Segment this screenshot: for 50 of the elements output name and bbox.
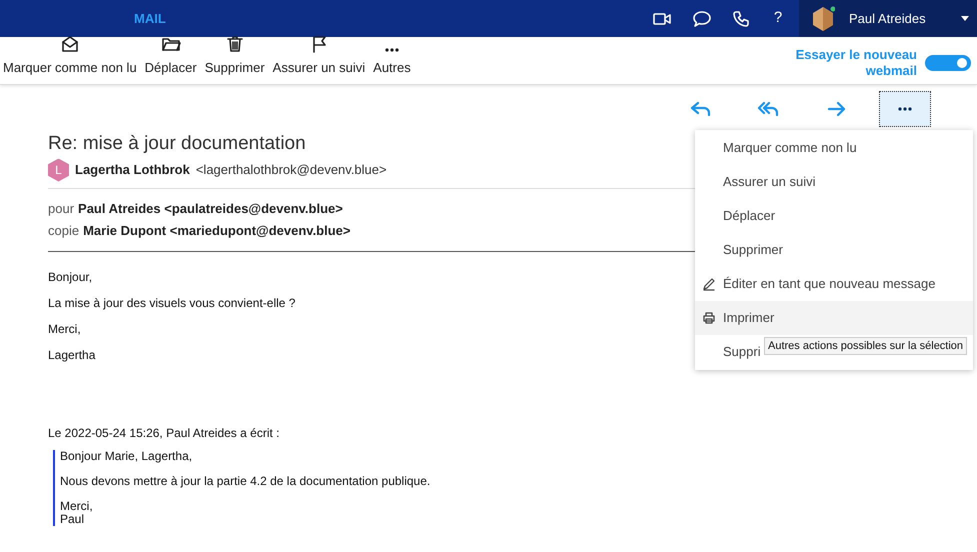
envelope-icon xyxy=(60,34,80,52)
toolbar-button[interactable]: Assurer un suivi xyxy=(272,34,366,77)
menu-item[interactable]: Éditer en tant que nouveau message xyxy=(695,267,936,301)
app-title: MAIL xyxy=(134,10,166,28)
toggle-label: Essayer le nouveau webmail xyxy=(794,47,917,79)
quote-line: Nous devons mettre à jour la partie 4.2 de la documentation publique. xyxy=(60,475,432,488)
body-paragraph: Merci, xyxy=(48,322,82,336)
reply-all-icon xyxy=(757,101,781,117)
menu-item[interactable]: Imprimer xyxy=(695,301,973,335)
menu-item[interactable]: Marquer comme non lu xyxy=(695,131,857,165)
cc-recipient: Marie Dupont <mariedupont@devenv.blue> xyxy=(83,222,350,240)
toolbar-button[interactable]: Supprimer xyxy=(204,34,265,77)
printer-icon xyxy=(702,311,716,325)
to-label: pour xyxy=(48,200,74,218)
toolbar-button[interactable]: Déplacer xyxy=(144,34,197,77)
toolbar-button[interactable]: Marquer comme non lu xyxy=(3,34,137,77)
caret-icon[interactable] xyxy=(961,16,969,21)
user-name[interactable]: Paul Atreides xyxy=(849,8,926,28)
body-paragraph: La mise à jour des visuels vous convient-elle ? xyxy=(48,296,296,310)
forward-icon xyxy=(827,101,847,117)
body-paragraph: Lagertha xyxy=(48,348,96,362)
more-button[interactable] xyxy=(879,91,931,127)
reply-icon xyxy=(690,101,712,117)
sender-avatar: L xyxy=(48,158,69,182)
chat-icon[interactable] xyxy=(693,10,711,26)
quote-line: Paul xyxy=(60,513,86,526)
pencil-icon xyxy=(702,277,716,291)
menu-item[interactable]: Assurer un suivi xyxy=(695,165,816,199)
recipient: Paul Atreides <paulatreides@devenv.blue> xyxy=(78,200,343,218)
email-subject: Re: mise à jour documentation xyxy=(48,132,307,156)
toolbar-button[interactable]: Autres xyxy=(373,46,411,77)
avatar-icon[interactable] xyxy=(811,6,835,32)
cc-label: copie xyxy=(48,222,80,240)
tooltip: Autres actions possibles sur la sélection xyxy=(764,337,968,355)
more-icon xyxy=(384,46,400,52)
sender-name: Lagertha Lothbrok xyxy=(75,161,190,180)
help-button[interactable]: ? xyxy=(771,7,785,30)
quote-line: Merci, xyxy=(60,500,94,513)
trash-icon xyxy=(226,34,244,52)
quote-line: Bonjour Marie, Lagertha, xyxy=(60,450,194,463)
more-icon xyxy=(897,106,913,112)
video-camera-icon[interactable] xyxy=(653,12,671,26)
menu-item[interactable]: Supprimer xyxy=(695,233,783,267)
toggle-switch[interactable] xyxy=(925,55,971,71)
menu-item[interactable]: Suppri xyxy=(695,335,761,369)
quote-header: Le 2022-05-24 15:26, Paul Atreides a écrit : xyxy=(48,426,280,440)
menu-item[interactable]: Déplacer xyxy=(695,199,776,233)
body-paragraph: Bonjour, xyxy=(48,270,94,284)
sender-email: <lagerthalothbrok@devenv.blue> xyxy=(196,161,387,180)
phone-icon[interactable] xyxy=(733,10,749,26)
